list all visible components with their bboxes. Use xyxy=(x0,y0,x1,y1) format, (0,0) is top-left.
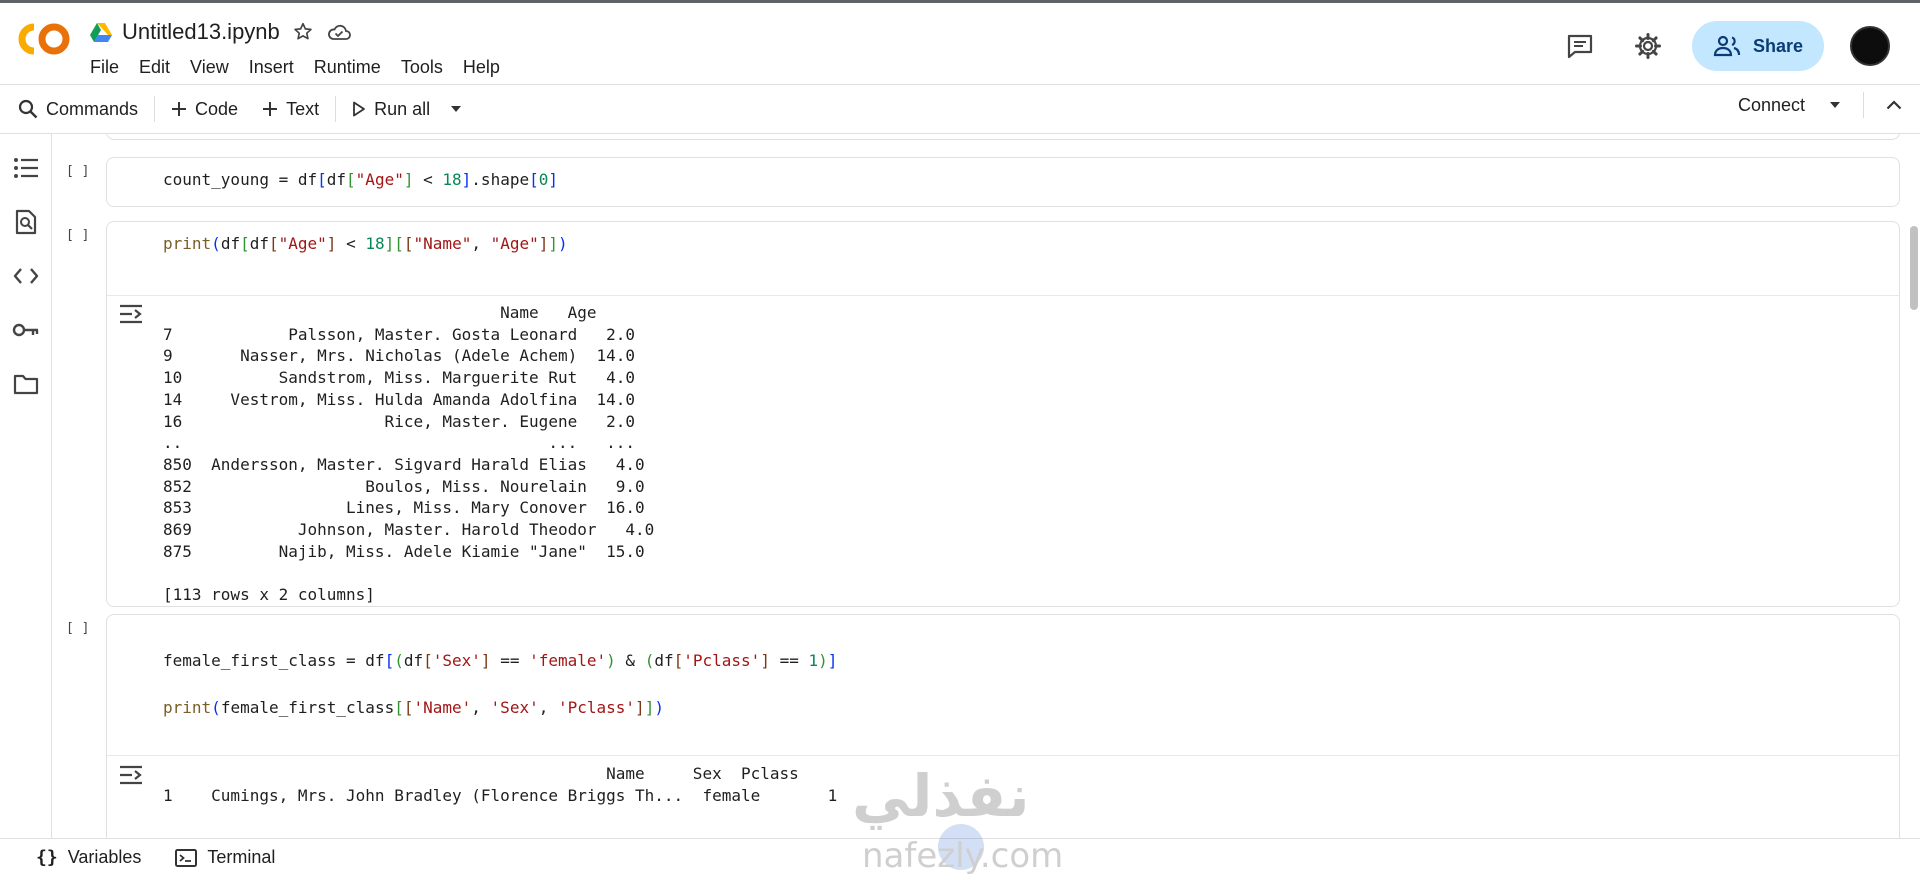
commands-button[interactable]: Commands xyxy=(0,91,150,127)
code-editor[interactable]: count_young = df[df["Age"] < 18].shape[0… xyxy=(107,170,558,189)
watermark: نفذلي nafezly.com xyxy=(852,762,1072,876)
header-actions: Share xyxy=(1564,21,1890,71)
menu-runtime[interactable]: Runtime xyxy=(314,57,381,78)
left-sidebar xyxy=(0,134,52,838)
files-folder-icon[interactable] xyxy=(12,370,40,398)
play-icon xyxy=(353,101,365,117)
previous-cell-edge xyxy=(106,134,1900,140)
run-all-dropdown[interactable] xyxy=(442,91,470,127)
table-of-contents-icon[interactable] xyxy=(12,154,40,182)
menu-view[interactable]: View xyxy=(190,57,229,78)
collapse-chevron-up-icon[interactable] xyxy=(1886,100,1902,110)
add-code-button[interactable]: Code xyxy=(159,91,250,127)
add-code-label: Code xyxy=(195,98,239,119)
cell-run-button[interactable]: [ ] xyxy=(66,228,89,243)
code-cell[interactable]: count_young = df[df["Age"] < 18].shape[0… xyxy=(106,157,1900,207)
variables-button[interactable]: {} Variables xyxy=(36,847,141,868)
toolbar-divider xyxy=(1863,92,1864,118)
terminal-label: Terminal xyxy=(207,847,276,867)
settings-gear-icon[interactable] xyxy=(1632,30,1664,62)
output-actions-icon[interactable] xyxy=(117,763,145,787)
output-divider xyxy=(107,295,1899,296)
search-icon xyxy=(18,99,38,119)
toolbar-right: Connect xyxy=(1738,92,1902,118)
find-replace-icon[interactable] xyxy=(12,208,40,236)
menu-edit[interactable]: Edit xyxy=(139,57,170,78)
run-all-button[interactable]: Run all xyxy=(340,91,442,127)
code-editor[interactable]: female_first_class = df[(df['Sex'] == 'f… xyxy=(107,651,837,670)
menu-insert[interactable]: Insert xyxy=(249,57,294,78)
watermark-arabic-text: نفذلي xyxy=(852,762,1030,830)
menu-bar: File Edit View Insert Runtime Tools Help xyxy=(90,57,500,78)
code-editor-line[interactable]: print(female_first_class[['Name', 'Sex',… xyxy=(107,698,664,717)
menu-file[interactable]: File xyxy=(90,57,119,78)
menu-tools[interactable]: Tools xyxy=(401,57,443,78)
app-header: Untitled13.ipynb File Edit View Insert R… xyxy=(0,0,1920,84)
cell-run-button[interactable]: [ ] xyxy=(66,164,89,179)
notebook-area: [ ] count_young = df[df["Age"] < 18].sha… xyxy=(52,134,1920,838)
commands-label: Commands xyxy=(46,98,139,119)
caret-down-icon xyxy=(451,106,462,112)
output-divider xyxy=(107,755,1899,756)
cell-output: Name Sex Pclass 1 Cumings, Mrs. John Bra… xyxy=(163,764,838,805)
star-icon[interactable] xyxy=(290,19,316,45)
user-avatar[interactable] xyxy=(1850,26,1890,66)
secrets-key-icon[interactable] xyxy=(12,316,40,344)
google-drive-icon xyxy=(90,23,112,42)
code-editor[interactable]: print(df[df["Age"] < 18][["Name", "Age"]… xyxy=(107,234,568,253)
toolbar-divider xyxy=(154,96,156,122)
code-snippets-icon[interactable] xyxy=(12,262,40,290)
caret-down-icon[interactable] xyxy=(1829,101,1841,109)
code-cell[interactable]: print(df[df["Age"] < 18][["Name", "Age"]… xyxy=(106,221,1900,607)
terminal-button[interactable]: Terminal xyxy=(175,847,275,868)
output-actions-icon[interactable] xyxy=(117,302,145,326)
watermark-latin-text: nafezly.com xyxy=(862,836,1064,876)
colab-logo[interactable] xyxy=(18,23,70,55)
connect-button[interactable]: Connect xyxy=(1738,95,1805,116)
run-all-label: Run all xyxy=(374,98,431,119)
toolbar-divider xyxy=(335,96,337,122)
plus-icon xyxy=(172,102,187,116)
comment-icon[interactable] xyxy=(1564,30,1596,62)
share-button[interactable]: Share xyxy=(1692,21,1824,71)
notebook-toolbar: Commands Code Text Run all Connect xyxy=(0,84,1920,134)
people-icon xyxy=(1713,35,1741,57)
add-text-label: Text xyxy=(286,98,320,119)
share-label: Share xyxy=(1752,35,1804,56)
cell-output: Name Age 7 Palsson, Master. Gosta Leonar… xyxy=(163,303,655,605)
cell-run-button[interactable]: [ ] xyxy=(66,621,89,636)
cloud-saved-icon[interactable] xyxy=(326,19,352,45)
braces-icon: {} xyxy=(36,847,58,868)
plus-icon xyxy=(263,102,278,116)
add-text-button[interactable]: Text xyxy=(250,91,331,127)
variables-label: Variables xyxy=(67,847,142,867)
notebook-title[interactable]: Untitled13.ipynb xyxy=(122,19,280,45)
menu-help[interactable]: Help xyxy=(463,57,500,78)
title-row: Untitled13.ipynb xyxy=(90,19,352,45)
terminal-icon xyxy=(175,848,198,867)
vertical-scrollbar[interactable] xyxy=(1910,226,1918,310)
